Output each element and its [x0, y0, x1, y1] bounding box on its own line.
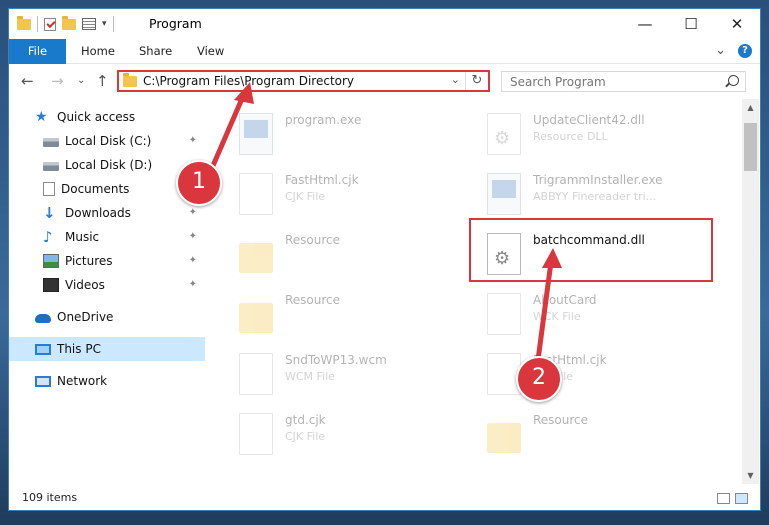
annotation-badge-2: 2	[516, 356, 562, 402]
annotation-badge-1: 1	[176, 160, 222, 206]
arrow-2-head	[542, 248, 562, 268]
arrow-1-shaft	[209, 93, 247, 169]
arrow-2-shaft	[535, 261, 554, 361]
annotation-arrows	[209, 82, 562, 361]
arrow-1-head	[234, 82, 254, 104]
